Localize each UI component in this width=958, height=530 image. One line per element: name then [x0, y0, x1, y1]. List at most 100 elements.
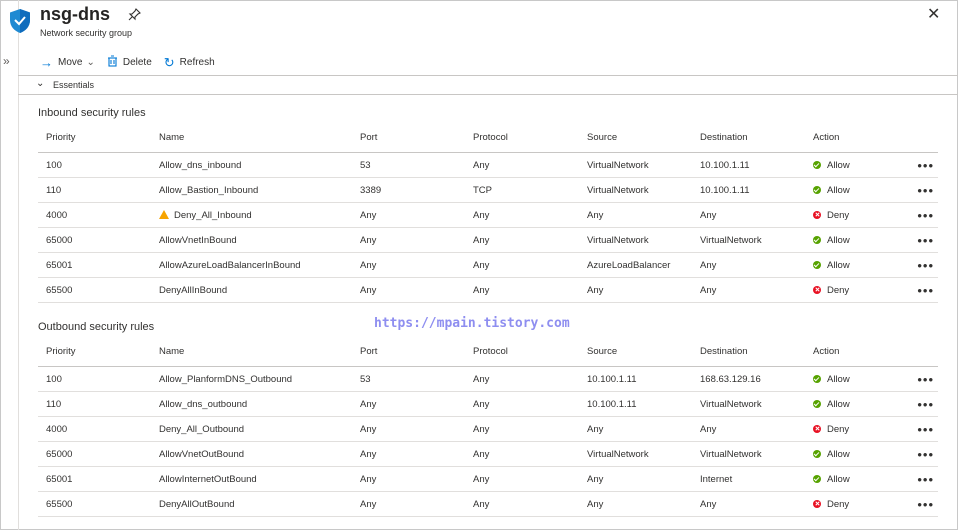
column-header-source[interactable]: Source	[579, 122, 692, 153]
rule-destination: Any	[700, 498, 717, 510]
column-header-source[interactable]: Source	[579, 336, 692, 367]
column-header-protocol[interactable]: Protocol	[465, 336, 579, 367]
cell-action: Allow	[805, 466, 890, 492]
trash-icon	[107, 55, 118, 69]
more-options-button[interactable]: •••	[890, 152, 938, 178]
more-options-button[interactable]: •••	[890, 202, 938, 228]
rule-destination: Any	[700, 423, 717, 435]
rule-action: Deny	[827, 423, 850, 435]
rule-action: Allow	[827, 448, 850, 460]
rule-port: Any	[360, 448, 377, 460]
cell-name: AllowVnetOutBound	[151, 441, 352, 467]
cell-name: AllowAzureLoadBalancerInBound	[151, 252, 352, 278]
rule-action: Allow	[827, 159, 850, 171]
rule-destination: VirtualNetwork	[700, 448, 762, 460]
column-header-action[interactable]: Action	[805, 336, 890, 367]
essentials-toggle[interactable]: ⌄ Essentials	[18, 75, 958, 95]
rule-action: Allow	[827, 184, 850, 196]
column-header-name[interactable]: Name	[151, 122, 352, 153]
cell-protocol: TCP	[465, 177, 579, 203]
rule-source: AzureLoadBalancer	[587, 259, 671, 271]
rule-source: Any	[587, 284, 604, 296]
rule-port: 53	[360, 159, 371, 171]
column-header-protocol[interactable]: Protocol	[465, 122, 579, 153]
outbound-section-title: Outbound security rules	[38, 321, 155, 333]
cell-action: Deny	[805, 277, 890, 303]
more-options-button[interactable]: •••	[890, 491, 938, 517]
cell-destination: Any	[692, 416, 805, 442]
check-circle-icon	[813, 260, 821, 269]
cell-protocol: Any	[465, 416, 579, 442]
cell-action: Deny	[805, 491, 890, 517]
table-row[interactable]: 110 Allow_Bastion_Inbound 3389 TCP VirtualNe…	[38, 177, 938, 203]
table-row[interactable]: 100 Allow_dns_inbound 53 Any VirtualNetwork 1…	[38, 152, 938, 178]
rule-source: VirtualNetwork	[587, 234, 649, 246]
rule-action: Deny	[827, 209, 850, 221]
more-options-button[interactable]: •••	[890, 252, 938, 278]
column-header-port[interactable]: Port	[352, 122, 465, 153]
cell-priority: 110	[38, 177, 151, 203]
cell-priority: 65001	[38, 466, 151, 492]
cell-port: Any	[352, 391, 465, 417]
table-row[interactable]: 65500 DenyAllOutBound Any Any Any Any Deny •••	[38, 491, 938, 517]
rule-destination: Any	[700, 284, 717, 296]
rule-source: Any	[587, 209, 604, 221]
more-options-button[interactable]: •••	[890, 227, 938, 253]
rule-name: AllowInternetOutBound	[159, 473, 257, 485]
more-options-button[interactable]: •••	[890, 416, 938, 442]
rule-name: DenyAllInBound	[159, 284, 228, 296]
rule-priority: 65001	[46, 473, 73, 485]
column-header-port[interactable]: Port	[352, 336, 465, 367]
cell-priority: 110	[38, 391, 151, 417]
column-header-destination[interactable]: Destination	[692, 122, 805, 153]
table-row[interactable]: 65500 DenyAllInBound Any Any Any Any Deny •••	[38, 277, 938, 303]
rule-action: Deny	[827, 284, 850, 296]
table-row[interactable]: 100 Allow_PlanformDNS_Outbound 53 Any 10.100…	[38, 366, 938, 392]
table-row[interactable]: 110 Allow_dns_outbound Any Any 10.100.1.11 Vi…	[38, 391, 938, 417]
table-row[interactable]: 65000 AllowVnetInBound Any Any VirtualNetwor…	[38, 227, 938, 253]
column-header-destination[interactable]: Destination	[692, 336, 805, 367]
rule-port: Any	[360, 259, 377, 271]
table-row[interactable]: 65001 AllowAzureLoadBalancerInBound Any Any…	[38, 252, 938, 278]
double-chevron-right-icon[interactable]: »	[3, 54, 10, 68]
cell-port: Any	[352, 441, 465, 467]
rule-protocol: Any	[473, 473, 490, 485]
rule-name: Deny_All_Inbound	[174, 209, 252, 221]
refresh-button[interactable]: ↻ Refresh	[164, 56, 215, 69]
cell-port: 3389	[352, 177, 465, 203]
rule-port: Any	[360, 423, 377, 435]
column-header-priority[interactable]: Priority	[38, 336, 151, 367]
more-options-button[interactable]: •••	[890, 366, 938, 392]
column-header-priority[interactable]: Priority	[38, 122, 151, 153]
error-circle-icon	[813, 499, 821, 508]
table-row[interactable]: 4000 Deny_All_Inbound Any Any Any Any Deny •••	[38, 202, 938, 228]
more-options-button[interactable]: •••	[890, 441, 938, 467]
more-options-button[interactable]: •••	[890, 177, 938, 203]
table-row[interactable]: 65000 AllowVnetOutBound Any Any VirtualNetwo…	[38, 441, 938, 467]
cell-name: Allow_dns_inbound	[151, 152, 352, 178]
cell-name: Allow_PlanformDNS_Outbound	[151, 366, 352, 392]
error-circle-icon	[813, 285, 821, 294]
more-options-button[interactable]: •••	[890, 277, 938, 303]
column-header-action[interactable]: Action	[805, 122, 890, 153]
pin-icon[interactable]	[128, 8, 141, 24]
delete-button[interactable]: Delete	[107, 55, 152, 69]
rule-protocol: Any	[473, 498, 490, 510]
more-options-button[interactable]: •••	[890, 391, 938, 417]
check-circle-icon	[813, 160, 821, 169]
rule-name: Allow_Bastion_Inbound	[159, 184, 259, 196]
column-header-name[interactable]: Name	[151, 336, 352, 367]
move-button[interactable]: → Move ⌄	[40, 56, 95, 69]
more-options-button[interactable]: •••	[890, 466, 938, 492]
cell-action: Allow	[805, 152, 890, 178]
cell-protocol: Any	[465, 491, 579, 517]
rule-priority: 100	[46, 159, 62, 171]
check-circle-icon	[813, 474, 821, 483]
rule-priority: 4000	[46, 423, 68, 435]
close-icon[interactable]: ✕	[927, 4, 940, 24]
rule-action: Allow	[827, 473, 850, 485]
table-row[interactable]: 65001 AllowInternetOutBound Any Any Any Inter…	[38, 466, 938, 492]
move-label: Move	[58, 56, 83, 68]
cell-priority: 4000	[38, 416, 151, 442]
table-row[interactable]: 4000 Deny_All_Outbound Any Any Any Any Deny •••	[38, 416, 938, 442]
